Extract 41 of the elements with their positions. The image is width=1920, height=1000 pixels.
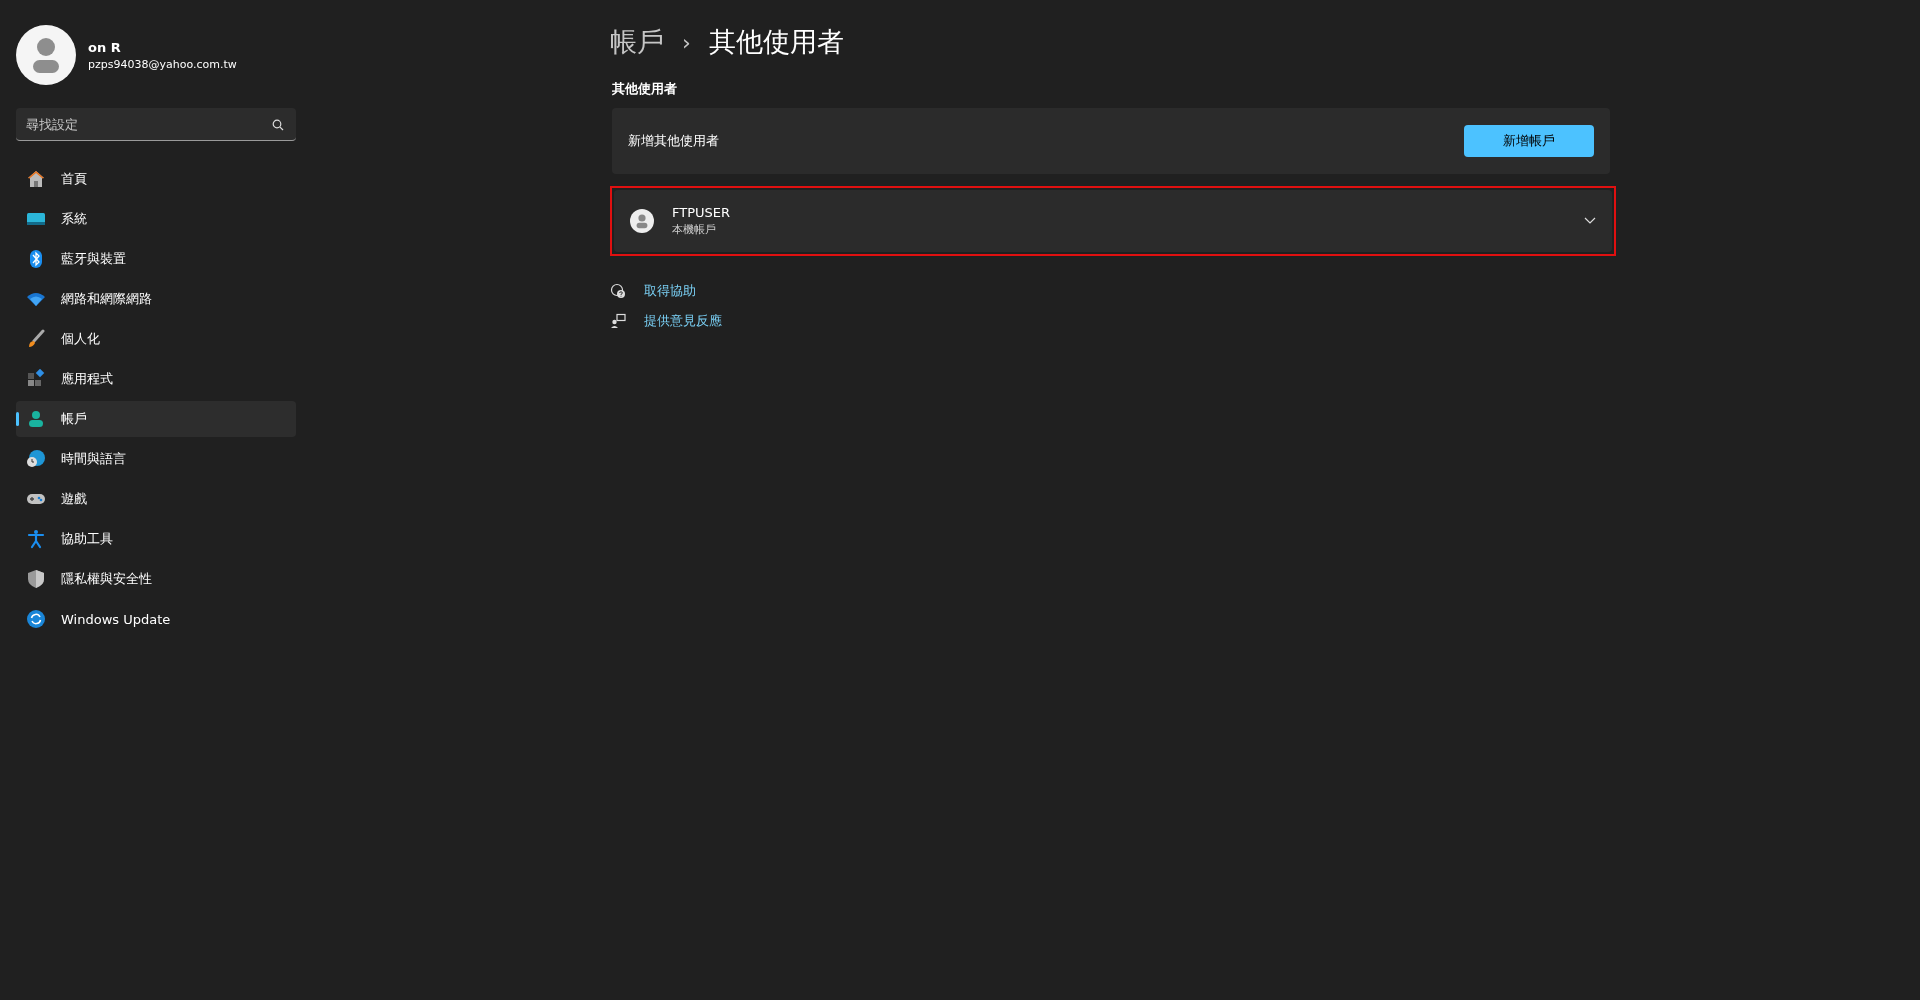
setting-label: 新增其他使用者 — [628, 132, 719, 150]
add-account-button[interactable]: 新增帳戶 — [1464, 125, 1594, 157]
brush-icon — [26, 329, 46, 349]
person-icon — [26, 409, 46, 429]
breadcrumb-separator: › — [682, 29, 691, 55]
nav-item[interactable]: Windows Update — [16, 601, 296, 637]
refresh-icon — [26, 609, 46, 629]
chat-help-icon — [610, 283, 626, 299]
user-account-row[interactable]: FTPUSER 本機帳戶 — [614, 190, 1612, 252]
user-name: on R — [88, 39, 122, 55]
accessibility-icon — [26, 529, 46, 549]
globe-clock-icon — [26, 449, 46, 469]
search-icon — [272, 119, 284, 131]
page-title: 其他使用者 — [708, 25, 844, 59]
chevron-down-icon[interactable] — [1584, 217, 1596, 225]
selection-indicator — [16, 412, 19, 426]
account-name: FTPUSER — [672, 205, 732, 220]
section-heading: 其他使用者 — [612, 80, 678, 98]
nav-item[interactable]: 應用程式 — [16, 361, 296, 397]
nav-item[interactable]: 藍牙與裝置 — [16, 241, 296, 277]
nav-item[interactable]: 系統 — [16, 201, 296, 237]
shield-icon — [26, 569, 46, 589]
search-field[interactable]: 尋找設定 — [16, 108, 296, 141]
house-icon — [26, 169, 46, 189]
nav-item[interactable]: 個人化 — [16, 321, 296, 357]
help-link[interactable]: 提供意見反應 — [644, 312, 722, 330]
nav-item[interactable]: 協助工具 — [16, 521, 296, 557]
user-avatar-icon — [630, 209, 654, 233]
help-link[interactable]: 取得協助 — [644, 282, 696, 300]
apps-icon — [26, 369, 46, 389]
account-type: 本機帳戶 — [672, 222, 717, 237]
nav-item[interactable]: 遊戲 — [16, 481, 296, 517]
breadcrumb-link[interactable]: 帳戶 — [610, 24, 664, 60]
nav-item[interactable]: 帳戶 — [16, 401, 296, 437]
nav-item[interactable]: 隱私權與安全性 — [16, 561, 296, 597]
feedback-icon — [610, 313, 626, 329]
nav-item[interactable]: 時間與語言 — [16, 441, 296, 477]
nav-item[interactable]: 首頁 — [16, 161, 296, 197]
user-email: pzps94038@yahoo.com.tw — [88, 57, 237, 71]
nav-item[interactable]: 網路和網際網路 — [16, 281, 296, 317]
avatar-icon — [16, 25, 76, 85]
